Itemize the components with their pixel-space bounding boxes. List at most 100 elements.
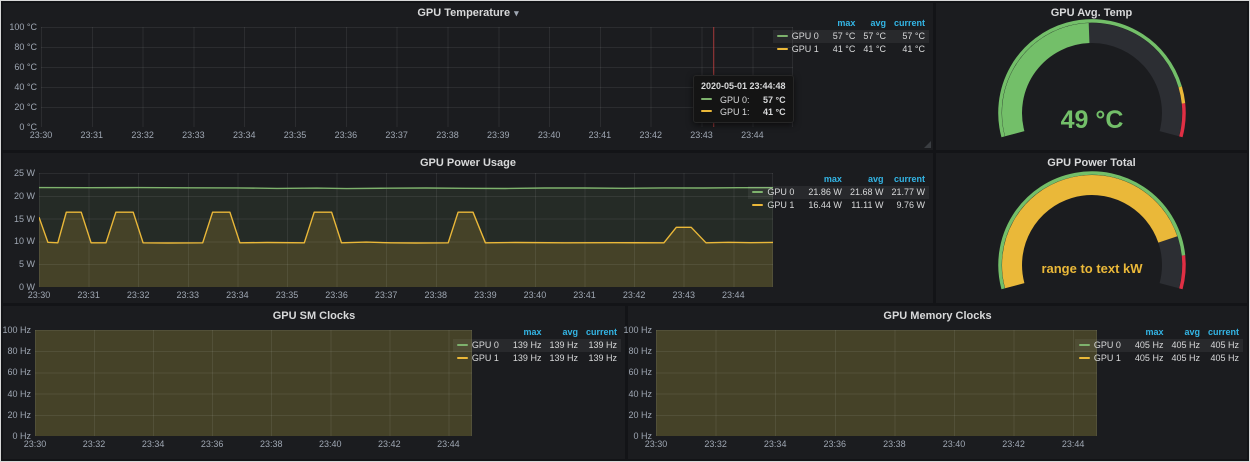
legend-avg-value: 57 °C: [859, 30, 890, 43]
panel-title[interactable]: GPU Power Total: [1047, 157, 1135, 169]
legend-series-gpu-1[interactable]: GPU 1: [1075, 352, 1131, 365]
panel-title[interactable]: GPU Memory Clocks: [883, 310, 991, 322]
legend-avg-value: 139 Hz: [545, 339, 582, 352]
chart-plot-area[interactable]: [35, 330, 472, 436]
panel-title[interactable]: GPU SM Clocks: [273, 310, 356, 322]
x-axis-label: 23:34: [224, 130, 264, 140]
x-axis-label: 23:38: [874, 439, 914, 449]
panel-header[interactable]: GPU Power Total: [936, 153, 1247, 174]
y-axis-label: 5 W: [1, 259, 35, 269]
legend-table: max avg current GPU 0 405 Hz 405 Hz 405 …: [1075, 326, 1243, 365]
panel-header[interactable]: GPU Avg. Temp: [936, 3, 1247, 24]
tooltip-row: GPU 1:41 °C: [701, 106, 786, 118]
legend-header-max[interactable]: max: [804, 173, 846, 186]
legend-table: max avg current GPU 0 139 Hz 139 Hz 139 …: [453, 326, 621, 365]
x-axis-label: 23:32: [74, 439, 114, 449]
x-axis-label: 23:30: [19, 290, 59, 300]
y-axis-label: 40 Hz: [0, 389, 31, 399]
y-axis-label: 60 °C: [3, 62, 37, 72]
x-axis-label: 23:30: [636, 439, 676, 449]
series-swatch-icon: [701, 110, 712, 112]
panel-title[interactable]: GPU Temperature: [417, 7, 510, 19]
legend-header-avg[interactable]: avg: [545, 326, 582, 339]
legend-series-gpu-1[interactable]: GPU 1: [748, 199, 804, 212]
legend-table: max avg current GPU 0 21.86 W 21.68 W 21…: [748, 173, 929, 212]
series-swatch-icon: [777, 35, 788, 37]
legend-series-gpu-0[interactable]: GPU 0: [1075, 339, 1131, 352]
x-axis-label: 23:36: [326, 130, 366, 140]
legend-series-gpu-1[interactable]: GPU 1: [773, 43, 829, 56]
legend-avg-value: 139 Hz: [545, 352, 582, 365]
tooltip-series-name: GPU 0:: [720, 94, 750, 106]
legend-series-gpu-0[interactable]: GPU 0: [773, 30, 829, 43]
panel-title[interactable]: GPU Avg. Temp: [1051, 7, 1133, 19]
y-axis-label: 80 Hz: [618, 346, 652, 356]
panel-gpu-avg-temp: GPU Avg. Temp 49 °C: [936, 3, 1247, 150]
legend-series-gpu-0[interactable]: GPU 0: [453, 339, 509, 352]
legend-header-current[interactable]: current: [1204, 326, 1243, 339]
legend-avg-value: 41 °C: [859, 43, 890, 56]
legend-current-value: 41 °C: [890, 43, 929, 56]
legend-max-value: 405 Hz: [1131, 352, 1168, 365]
x-axis-label: 23:42: [614, 290, 654, 300]
legend-current-value: 405 Hz: [1204, 339, 1243, 352]
legend-header-avg[interactable]: avg: [846, 173, 888, 186]
series-swatch-icon: [752, 191, 763, 193]
x-axis-label: 23:34: [217, 290, 257, 300]
y-axis-label: 60 Hz: [618, 367, 652, 377]
panel-header[interactable]: GPU Temperature ▾: [3, 3, 933, 24]
chart-plot-area[interactable]: [41, 27, 793, 127]
series-swatch-icon: [1079, 357, 1090, 359]
chart-tooltip: 2020-05-01 23:44:48 GPU 0: 57 °C GPU 1:41…: [693, 75, 794, 123]
panel-header[interactable]: GPU Power Usage: [3, 153, 933, 174]
x-axis-label: 23:44: [713, 290, 753, 300]
legend-avg-value: 405 Hz: [1167, 352, 1204, 365]
legend-series-gpu-1[interactable]: GPU 1: [453, 352, 509, 365]
legend-current-value: 139 Hz: [582, 352, 621, 365]
x-axis-label: 23:39: [465, 290, 505, 300]
y-axis-label: 20 Hz: [0, 410, 31, 420]
legend-header-current[interactable]: current: [582, 326, 621, 339]
tooltip-timestamp: 2020-05-01 23:44:48: [701, 80, 786, 92]
x-axis-label: 23:41: [565, 290, 605, 300]
series-fills: [35, 330, 472, 436]
x-axis-label: 23:35: [267, 290, 307, 300]
panel-gpu-temperature: GPU Temperature▾ max avg current GPU 0 5…: [3, 3, 933, 150]
chevron-down-icon: ▾: [514, 8, 519, 18]
series-fills: [39, 188, 773, 287]
legend-header-row: max avg current: [748, 173, 929, 186]
tooltip-series-value: 57 °C: [755, 94, 786, 106]
legend-header-avg[interactable]: avg: [1167, 326, 1204, 339]
legend-row: GPU 1 16.44 W 11.11 W 9.76 W: [748, 199, 929, 212]
legend-series-gpu-0[interactable]: GPU 0: [748, 186, 804, 199]
series-swatch-icon: [777, 48, 788, 50]
chart-plot-area[interactable]: [39, 173, 773, 287]
panel-header[interactable]: GPU Memory Clocks: [628, 306, 1247, 327]
series-fills: [656, 330, 1097, 436]
x-axis-label: 23:39: [478, 130, 518, 140]
series-swatch-icon: [1079, 344, 1090, 346]
x-axis-label: 23:40: [515, 290, 555, 300]
panel-title[interactable]: GPU Power Usage: [420, 157, 516, 169]
legend-row: GPU 1 41 °C 41 °C 41 °C: [773, 43, 929, 56]
series-swatch-icon: [701, 98, 712, 100]
chart-plot-area[interactable]: [656, 330, 1097, 436]
legend-row: GPU 0 57 °C 57 °C 57 °C: [773, 30, 929, 43]
tooltip-series-value: 41 °C: [755, 106, 786, 118]
legend-row: GPU 0 405 Hz 405 Hz 405 Hz: [1075, 339, 1243, 352]
legend-current-value: 405 Hz: [1204, 352, 1243, 365]
panel-resize-handle[interactable]: [924, 141, 931, 148]
legend-current-value: 21.77 W: [887, 186, 929, 199]
x-axis-label: 23:32: [696, 439, 736, 449]
panel-header[interactable]: GPU SM Clocks: [3, 306, 625, 327]
legend-header-max[interactable]: max: [1131, 326, 1168, 339]
y-axis-label: 80 Hz: [0, 346, 31, 356]
legend-max-value: 16.44 W: [804, 199, 846, 212]
legend-header-max[interactable]: max: [509, 326, 546, 339]
chart-canvas: [41, 27, 793, 127]
x-axis-label: 23:30: [21, 130, 61, 140]
y-axis-label: 60 Hz: [0, 367, 31, 377]
y-axis-label: 80 °C: [3, 42, 37, 52]
legend-header-current[interactable]: current: [887, 173, 929, 186]
legend-row: GPU 0 21.86 W 21.68 W 21.77 W: [748, 186, 929, 199]
